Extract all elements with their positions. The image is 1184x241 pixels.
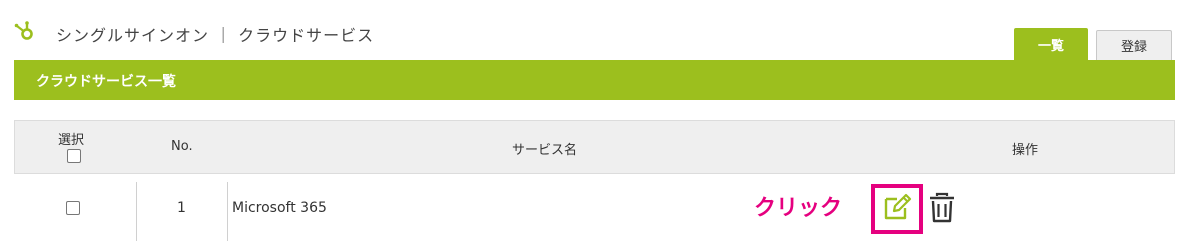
edit-button[interactable]: [871, 184, 923, 234]
cloud-service-table: 選択 No. サービス名 操作 1 Microsoft 365 クリック: [14, 120, 1175, 241]
column-divider: [227, 182, 228, 241]
row-select-checkbox[interactable]: [66, 201, 80, 215]
section-header-bar: クラウドサービス一覧: [14, 60, 1175, 100]
row-number: 1: [177, 200, 186, 216]
page-header: シングルサインオン ｜ クラウドサービス 一覧 登録: [0, 0, 1184, 60]
column-divider: [136, 182, 137, 241]
column-header-service-name: サービス名: [512, 143, 578, 158]
view-tabs: 一覧 登録: [1014, 28, 1172, 60]
page-title: シングルサインオン ｜ クラウドサービス: [56, 26, 375, 45]
row-service-name: Microsoft 365: [232, 200, 327, 216]
table-header: 選択 No. サービス名 操作: [14, 120, 1175, 174]
table-row: 1 Microsoft 365 クリック: [14, 174, 1175, 241]
column-header-operations: 操作: [1012, 143, 1039, 158]
click-annotation-label: クリック: [754, 196, 843, 221]
hubspot-sprocket-icon: [14, 20, 36, 42]
trash-icon: [928, 192, 956, 228]
column-header-select: 選択: [58, 129, 85, 148]
tab-register[interactable]: 登録: [1096, 30, 1172, 60]
delete-button[interactable]: [928, 192, 956, 224]
select-column-label: 選択: [58, 133, 85, 148]
edit-pencil-icon: [882, 193, 912, 225]
column-header-no: No.: [171, 139, 193, 154]
tab-list[interactable]: 一覧: [1014, 28, 1088, 60]
select-all-checkbox[interactable]: [67, 149, 81, 163]
section-title: クラウドサービス一覧: [36, 74, 176, 90]
